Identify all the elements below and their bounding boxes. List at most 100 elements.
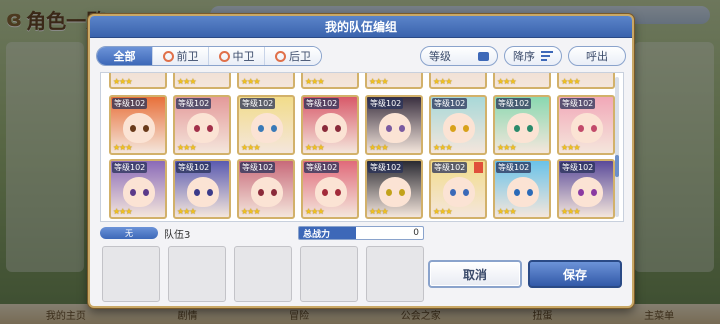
character-card[interactable]: ★★★	[365, 73, 423, 89]
character-card[interactable]: 等级102 ★★★	[429, 95, 487, 155]
favorite-flag-icon	[474, 162, 483, 173]
character-level: 等级102	[112, 98, 148, 109]
cancel-button[interactable]: 取消	[428, 260, 522, 288]
character-eye	[207, 189, 213, 196]
rarity-stars: ★★★	[433, 143, 452, 152]
character-card[interactable]: 等级102 ★★★	[173, 159, 231, 219]
character-card[interactable]: 等级102 ★★★	[173, 95, 231, 155]
tab-front-label: 前卫	[176, 50, 199, 63]
sort-controls: 等级 降序 呼出	[420, 46, 626, 66]
tab-all-label: 全部	[113, 50, 136, 63]
character-level: 等级102	[560, 162, 596, 173]
back-role-icon	[275, 50, 286, 62]
character-level: 等级102	[304, 98, 340, 109]
party-slot-3[interactable]	[234, 246, 292, 302]
save-button[interactable]: 保存	[528, 260, 622, 288]
rarity-stars: ★★★	[561, 77, 580, 86]
party-tag: 无	[100, 227, 158, 239]
rarity-stars: ★★★	[177, 77, 196, 86]
character-portrait	[443, 113, 475, 143]
character-card[interactable]: 等级102 ★★★	[557, 95, 615, 155]
tab-front[interactable]: 前卫	[153, 47, 209, 65]
party-slot-1[interactable]	[102, 246, 160, 302]
character-card[interactable]: 等级102 ★★★	[557, 159, 615, 219]
character-eye	[578, 189, 584, 196]
character-card[interactable]: ★★★	[493, 73, 551, 89]
character-portrait	[443, 177, 475, 207]
character-level: 等级102	[432, 162, 468, 173]
character-level: 等级102	[496, 98, 532, 109]
party-info: 无 队伍3	[100, 226, 290, 241]
character-level: 等级102	[176, 98, 212, 109]
character-eye	[130, 189, 136, 196]
character-card[interactable]: ★★★	[557, 73, 615, 89]
character-card[interactable]: 等级102 ★★★	[109, 159, 167, 219]
character-portrait	[507, 177, 539, 207]
tab-all[interactable]: 全部	[97, 47, 153, 65]
character-card[interactable]: 等级102 ★★★	[301, 95, 359, 155]
level-sort-button[interactable]: 等级	[420, 46, 498, 66]
character-eye	[450, 125, 456, 132]
tab-back[interactable]: 后卫	[265, 47, 321, 65]
character-level: 等级102	[496, 162, 532, 173]
roster-scroll-thumb[interactable]	[615, 155, 619, 177]
character-card[interactable]: 等级102 ★★★	[109, 95, 167, 155]
character-portrait	[123, 177, 155, 207]
character-card[interactable]: 等级102 ★★★	[365, 95, 423, 155]
roster-row-2: 等级102 ★★★ 等级102 ★★★ 等级102 ★★★ 等级102 ★★★ 等级102 ★★★…	[109, 159, 615, 219]
character-card[interactable]: ★★★	[301, 73, 359, 89]
character-roster[interactable]: ★★★ ★★★ ★★★ ★★★ ★★★ ★★★ ★★★ ★★★ 等级102 ★★★ 等级102 ★★…	[100, 72, 624, 222]
character-portrait	[507, 113, 539, 143]
character-eye	[143, 189, 149, 196]
character-portrait	[379, 113, 411, 143]
character-portrait	[571, 177, 603, 207]
character-card[interactable]: 等级102 ★★★	[493, 159, 551, 219]
roster-row-partial: ★★★ ★★★ ★★★ ★★★ ★★★ ★★★ ★★★ ★★★	[109, 73, 615, 89]
rarity-stars: ★★★	[113, 207, 132, 216]
character-card[interactable]: 等级102 ★★★	[301, 159, 359, 219]
character-eye	[399, 125, 405, 132]
character-card[interactable]: ★★★	[237, 73, 295, 89]
total-power-bar: 总战力 0	[298, 226, 424, 240]
character-card[interactable]: 等级102 ★★★	[237, 159, 295, 219]
rarity-stars: ★★★	[433, 77, 452, 86]
character-portrait	[251, 177, 283, 207]
character-level: 等级102	[560, 98, 596, 109]
character-card[interactable]: ★★★	[429, 73, 487, 89]
character-level: 等级102	[368, 162, 404, 173]
character-eye	[527, 189, 533, 196]
character-card[interactable]: 等级102 ★★★	[365, 159, 423, 219]
character-eye	[527, 125, 533, 132]
character-card[interactable]: ★★★	[109, 73, 167, 89]
character-eye	[143, 125, 149, 132]
character-card[interactable]: ★★★	[173, 73, 231, 89]
character-eye	[322, 189, 328, 196]
level-sort-label: 等级	[429, 50, 451, 63]
character-eye	[386, 125, 392, 132]
character-level: 等级102	[432, 98, 468, 109]
character-portrait	[251, 113, 283, 143]
character-card[interactable]: 等级102 ★★★	[429, 159, 487, 219]
character-eye	[335, 125, 341, 132]
character-eye	[335, 189, 341, 196]
rarity-stars: ★★★	[305, 143, 324, 152]
character-eye	[514, 125, 520, 132]
character-card[interactable]: 等级102 ★★★	[493, 95, 551, 155]
character-portrait	[379, 177, 411, 207]
order-toggle-button[interactable]: 降序	[504, 46, 562, 66]
party-slot-2[interactable]	[168, 246, 226, 302]
character-eye	[258, 189, 264, 196]
tab-middle[interactable]: 中卫	[209, 47, 265, 65]
rarity-stars: ★★★	[305, 77, 324, 86]
roster-scrollbar[interactable]	[615, 77, 619, 217]
call-out-button[interactable]: 呼出	[568, 46, 626, 66]
total-power-label: 总战力	[303, 229, 331, 240]
party-slot-4[interactable]	[300, 246, 358, 302]
party-slot-5[interactable]	[366, 246, 424, 302]
dialog-title: 我的队伍编组	[90, 16, 632, 38]
call-out-label: 呼出	[586, 50, 608, 63]
character-eye	[258, 125, 264, 132]
character-level: 等级102	[304, 162, 340, 173]
party-name: 队伍3	[164, 229, 191, 241]
character-card[interactable]: 等级102 ★★★	[237, 95, 295, 155]
